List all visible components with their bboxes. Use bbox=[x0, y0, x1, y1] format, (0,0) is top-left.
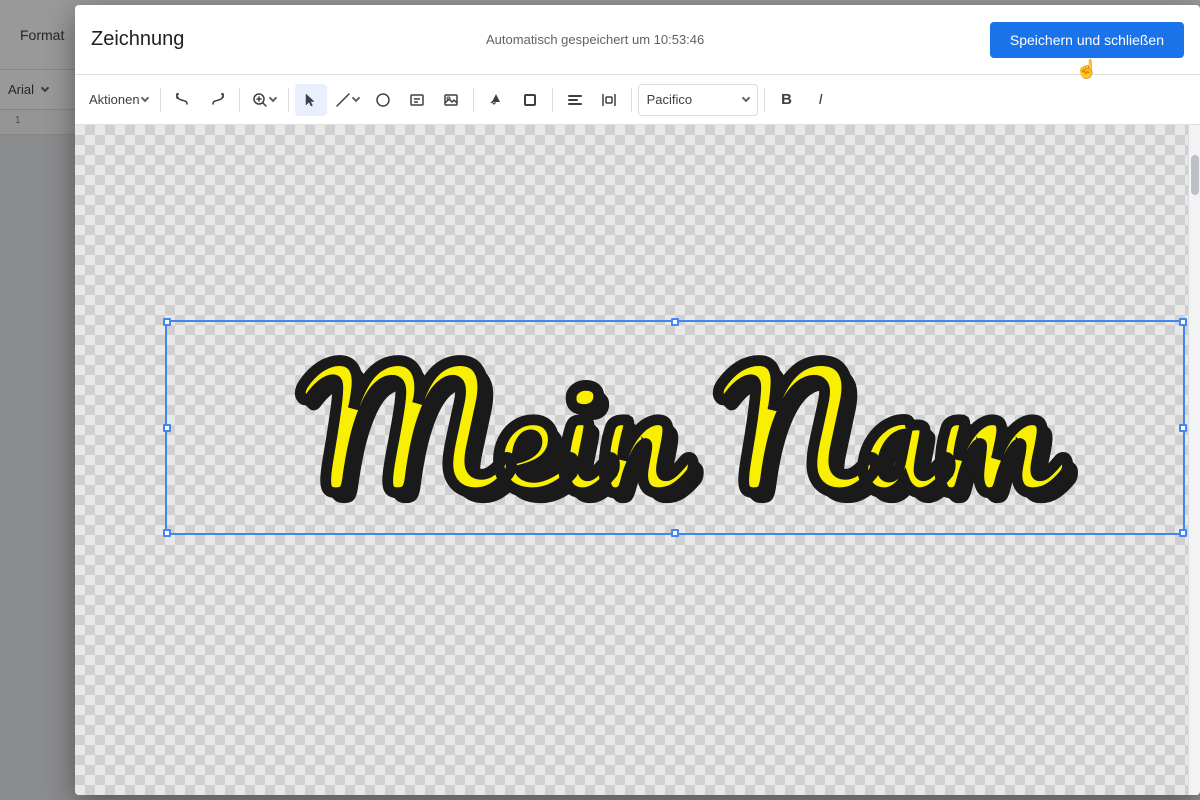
select-tool-button[interactable] bbox=[295, 84, 327, 116]
dialog-toolbar: Aktionen bbox=[75, 75, 1200, 125]
toolbar-divider-6 bbox=[631, 88, 632, 112]
image-icon bbox=[443, 92, 459, 108]
dialog-header: Zeichnung Automatisch gespeichert um 10:… bbox=[75, 5, 1200, 75]
border-color-icon bbox=[522, 92, 538, 108]
distribute-button[interactable] bbox=[593, 84, 625, 116]
toolbar-divider-2 bbox=[239, 88, 240, 112]
line-tool-button[interactable] bbox=[329, 84, 365, 116]
shape-tool-button[interactable] bbox=[367, 84, 399, 116]
undo-icon bbox=[175, 92, 191, 108]
toolbar-divider-3 bbox=[288, 88, 289, 112]
toolbar-divider-1 bbox=[160, 88, 161, 112]
text-element-selected[interactable]: Mein Nam bbox=[165, 320, 1185, 535]
fill-color-icon bbox=[488, 92, 504, 108]
dialog-title: Zeichnung bbox=[91, 28, 184, 51]
italic-icon: I bbox=[819, 91, 823, 108]
save-close-button[interactable]: Speichern und schließen bbox=[990, 22, 1184, 58]
toolbar-divider-7 bbox=[764, 88, 765, 112]
scrollbar-thumb[interactable] bbox=[1191, 155, 1199, 195]
zoom-icon bbox=[252, 92, 268, 108]
aktionen-label: Aktionen bbox=[89, 92, 140, 107]
zoom-chevron-icon bbox=[268, 94, 276, 102]
autosave-text: Automatisch gespeichert um 10:53:46 bbox=[200, 32, 989, 47]
image-tool-button[interactable] bbox=[435, 84, 467, 116]
cursor-arrow-icon bbox=[303, 92, 319, 108]
canvas-text-content: Mein Nam bbox=[300, 350, 1049, 505]
redo-icon bbox=[209, 92, 225, 108]
distribute-icon bbox=[601, 92, 617, 108]
bold-icon: B bbox=[781, 91, 792, 108]
redo-button[interactable] bbox=[201, 84, 233, 116]
zoom-button[interactable] bbox=[246, 84, 282, 116]
line-chevron-icon bbox=[351, 94, 359, 102]
align-left-icon bbox=[568, 95, 582, 105]
save-close-button-wrapper[interactable]: Speichern und schließen ☝ bbox=[990, 22, 1184, 58]
drawing-canvas[interactable]: Mein Nam bbox=[75, 125, 1200, 795]
fill-color-button[interactable] bbox=[480, 84, 512, 116]
toolbar-divider-4 bbox=[473, 88, 474, 112]
textbox-icon bbox=[409, 92, 425, 108]
bold-button[interactable]: B bbox=[771, 84, 803, 116]
font-selector[interactable]: Pacifico bbox=[638, 84, 758, 116]
shape-tool-icon bbox=[375, 92, 391, 108]
toolbar-divider-5 bbox=[552, 88, 553, 112]
textbox-tool-button[interactable] bbox=[401, 84, 433, 116]
italic-button[interactable]: I bbox=[805, 84, 837, 116]
line-tool-icon bbox=[335, 92, 351, 108]
border-color-button[interactable] bbox=[514, 84, 546, 116]
cursor-icon: ☝ bbox=[1076, 59, 1098, 80]
aktionen-chevron-icon bbox=[140, 94, 148, 102]
aktionen-button[interactable]: Aktionen bbox=[83, 84, 154, 116]
font-chevron-icon bbox=[741, 94, 749, 102]
canvas-scrollbar[interactable] bbox=[1188, 125, 1200, 795]
undo-button[interactable] bbox=[167, 84, 199, 116]
font-name-text: Pacifico bbox=[647, 92, 693, 107]
drawing-dialog: Zeichnung Automatisch gespeichert um 10:… bbox=[75, 5, 1200, 795]
align-left-button[interactable] bbox=[559, 84, 591, 116]
